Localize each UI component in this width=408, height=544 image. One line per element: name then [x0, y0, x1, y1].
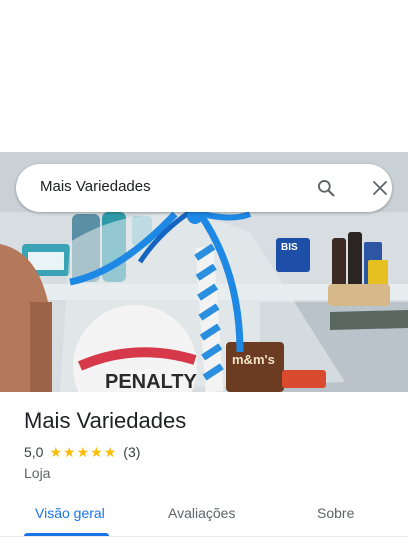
rating-row[interactable]: 5,0 ★ ★ ★ ★ ★ (3): [24, 444, 140, 460]
search-input[interactable]: Mais Variedades: [40, 178, 151, 195]
rating-value: 5,0: [24, 444, 44, 460]
search-icon[interactable]: [314, 176, 338, 200]
tabs-divider: [0, 536, 408, 537]
star-icon: ★: [76, 444, 90, 460]
top-blank-area: [0, 0, 408, 152]
close-icon[interactable]: [368, 176, 392, 200]
place-category: Loja: [24, 465, 51, 481]
place-title: Mais Variedades: [24, 408, 187, 433]
star-icon: ★: [103, 444, 117, 460]
ball-brand-text: PENALTY: [105, 371, 198, 392]
tab-about[interactable]: Sobre: [317, 505, 354, 521]
tab-overview[interactable]: Visão geral: [35, 505, 105, 521]
svg-text:BIS: BIS: [281, 242, 298, 253]
star-icon: ★: [49, 444, 63, 460]
svg-text:m&m's: m&m's: [232, 352, 275, 367]
search-bar[interactable]: Mais Variedades: [16, 164, 392, 212]
star-rating: ★ ★ ★ ★ ★: [49, 445, 117, 459]
star-icon: ★: [90, 444, 103, 460]
tab-reviews[interactable]: Avaliações: [168, 505, 235, 521]
review-count[interactable]: (3): [123, 444, 140, 460]
star-icon: ★: [63, 444, 76, 460]
